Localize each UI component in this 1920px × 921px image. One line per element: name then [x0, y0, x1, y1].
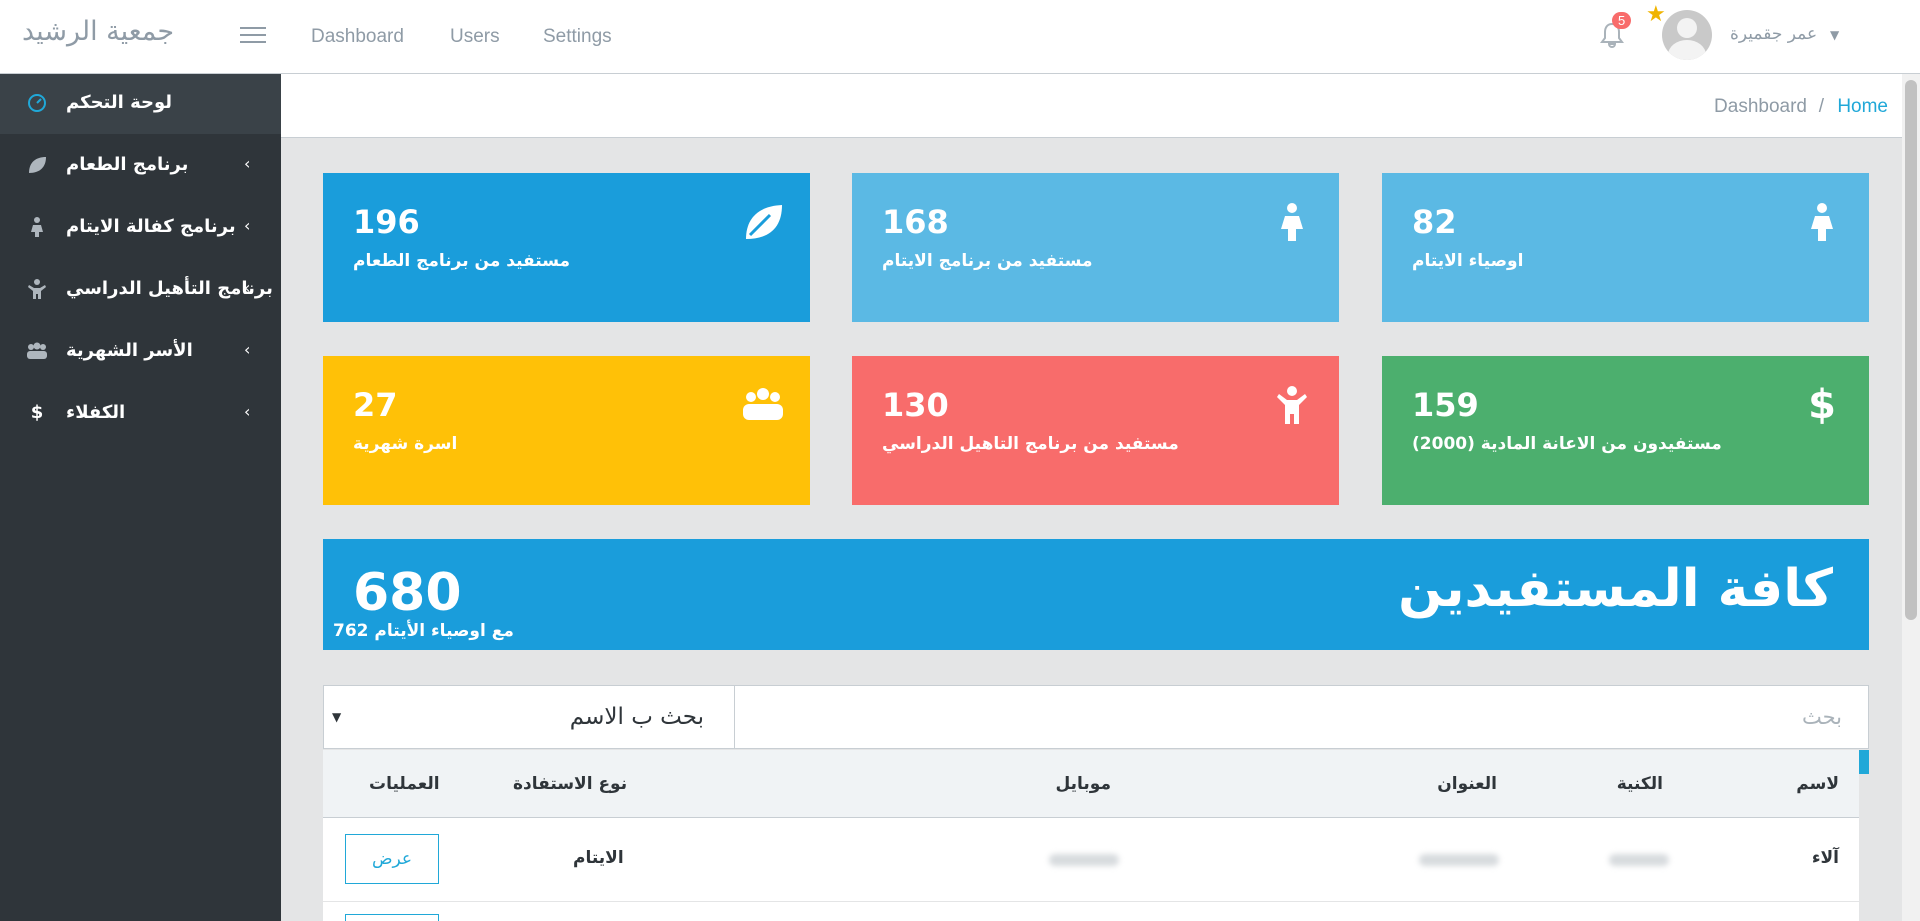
stat-value: 130 — [882, 386, 949, 424]
sidebar-item-education[interactable]: برنامج التأهيل الدراسي ‹ — [0, 260, 281, 320]
sidebar-item-label: الأسر الشهرية — [66, 340, 193, 361]
chevron-left-icon: ‹ — [244, 216, 251, 235]
table-scrollbar-thumb[interactable] — [1859, 750, 1869, 774]
stat-label: مستفيد من برنامج الايتام — [882, 251, 1093, 271]
stat-card-food[interactable]: 196 مستفيد من برنامج الطعام — [323, 173, 810, 322]
search-type-value: بحث ب الاسم — [569, 704, 704, 730]
sidebar-item-label: لوحة التحكم — [66, 92, 173, 113]
table-header: لاسم الكنية العنوان موبايل نوع الاستفادة… — [323, 750, 1859, 818]
stat-label: مستفيد من برنامج التاهيل الدراسي — [882, 434, 1179, 454]
table-scrollbar[interactable] — [1859, 750, 1869, 921]
table-row[interactable]: آلاء الايتام عرض — [323, 818, 1859, 902]
child-icon — [1801, 201, 1843, 243]
top-navbar: جمعية الرشيد Dashboard Users Settings 5 … — [0, 0, 1920, 74]
sidebar-item-sponsors[interactable]: $ الكفلاء ‹ — [0, 384, 281, 444]
col-address[interactable]: العنوان — [1437, 774, 1497, 794]
stat-value: 82 — [1412, 203, 1457, 241]
nav-settings-link[interactable]: Settings — [543, 26, 612, 48]
stat-label: اوصياء الايتام — [1412, 251, 1524, 271]
brand-logo[interactable]: جمعية الرشيد — [22, 16, 174, 47]
stat-card-education[interactable]: 130 مستفيد من برنامج التاهيل الدراسي — [852, 356, 1339, 505]
total-value: 680 — [353, 563, 462, 623]
cell-kunya-blurred — [1609, 854, 1669, 866]
child-icon — [26, 216, 48, 238]
stat-value: 159 — [1412, 386, 1479, 424]
notification-badge: 5 — [1612, 12, 1632, 29]
chevron-down-icon[interactable]: ▼ — [1830, 28, 1839, 42]
col-kunya[interactable]: الكنية — [1617, 774, 1663, 794]
col-name[interactable]: لاسم — [1796, 774, 1839, 794]
avatar[interactable] — [1662, 10, 1712, 60]
breadcrumb-current: Home — [1837, 96, 1888, 117]
breadcrumb-dashboard-link[interactable]: Dashboard — [1714, 96, 1807, 118]
sidebar-item-label: برنامج كفالة الايتام — [66, 216, 236, 237]
sidebar-item-label: برنامج التأهيل الدراسي — [66, 278, 273, 299]
total-subtitle: مع اوصياء الأيتام 762 — [333, 621, 514, 641]
people-icon — [742, 384, 784, 426]
stat-label: مستفيدون من الاعانة المادية (2000) — [1412, 434, 1722, 454]
col-type[interactable]: نوع الاستفادة — [513, 774, 627, 794]
stat-label: اسرة شهرية — [353, 434, 458, 454]
view-button-next-row[interactable] — [345, 914, 439, 921]
breadcrumb: Dashboard / Home — [281, 74, 1902, 138]
view-button[interactable]: عرض — [345, 834, 439, 884]
chevron-down-icon: ▼ — [332, 710, 342, 724]
sidebar-item-label: برنامج الطعام — [66, 154, 189, 175]
cell-address-blurred — [1419, 854, 1499, 866]
stat-label: مستفيد من برنامج الطعام — [353, 251, 571, 271]
sidebar-toggle-button[interactable] — [240, 22, 266, 46]
child-arms-icon — [26, 278, 48, 300]
sidebar-item-label: الكفلاء — [66, 402, 126, 423]
cell-name: آلاء — [1811, 848, 1839, 868]
beneficiaries-table: لاسم الكنية العنوان موبايل نوع الاستفادة… — [323, 750, 1859, 921]
stat-card-financial-aid[interactable]: 159 مستفيدون من الاعانة المادية (2000) $ — [1382, 356, 1869, 505]
child-icon — [1271, 201, 1313, 243]
nav-dashboard-link[interactable]: Dashboard — [311, 26, 404, 48]
search-input[interactable] — [735, 686, 1868, 748]
speedometer-icon — [26, 92, 48, 114]
chevron-left-icon: ‹ — [244, 402, 251, 421]
search-type-select[interactable]: ▼ بحث ب الاسم — [324, 686, 735, 748]
people-icon — [26, 340, 48, 362]
leaf-icon — [26, 154, 48, 176]
chevron-left-icon: ‹ — [244, 278, 251, 297]
stat-card-families[interactable]: 27 اسرة شهرية — [323, 356, 810, 505]
sidebar-item-food[interactable]: برنامج الطعام ‹ — [0, 136, 281, 196]
stat-card-guardians[interactable]: 82 اوصياء الايتام — [1382, 173, 1869, 322]
stat-value: 196 — [353, 203, 420, 241]
cell-type: الايتام — [573, 848, 624, 868]
stat-value: 27 — [353, 386, 398, 424]
search-bar: ▼ بحث ب الاسم — [323, 685, 1869, 749]
stat-value: 168 — [882, 203, 949, 241]
sidebar-item-orphans[interactable]: برنامج كفالة الايتام ‹ — [0, 198, 281, 258]
total-title: كافة المستفيدين — [1398, 559, 1833, 619]
stat-card-orphans[interactable]: 168 مستفيد من برنامج الايتام — [852, 173, 1339, 322]
chevron-left-icon: ‹ — [244, 340, 251, 359]
breadcrumb-separator: / — [1818, 96, 1824, 117]
col-actions[interactable]: العمليات — [369, 774, 440, 794]
dollar-icon: $ — [1808, 382, 1836, 428]
nav-users-link[interactable]: Users — [450, 26, 500, 48]
sidebar-item-families[interactable]: الأسر الشهرية ‹ — [0, 322, 281, 382]
star-icon: ★ — [1646, 2, 1666, 27]
col-mobile[interactable]: موبايل — [1055, 774, 1111, 794]
sidebar-item-dashboard[interactable]: لوحة التحكم — [0, 74, 281, 134]
page-scrollbar-thumb[interactable] — [1905, 80, 1917, 620]
child-arms-icon — [1271, 384, 1313, 426]
dollar-icon: $ — [30, 402, 44, 423]
chevron-left-icon: ‹ — [244, 154, 251, 173]
sidebar: لوحة التحكم برنامج الطعام ‹ برنامج كفالة… — [0, 74, 281, 921]
cell-mobile-blurred — [1049, 854, 1119, 866]
user-name[interactable]: عمر جقميرة — [1730, 24, 1817, 44]
leaf-icon — [742, 201, 784, 243]
total-beneficiaries-banner: 680 مع اوصياء الأيتام 762 كافة المستفيدي… — [323, 539, 1869, 650]
